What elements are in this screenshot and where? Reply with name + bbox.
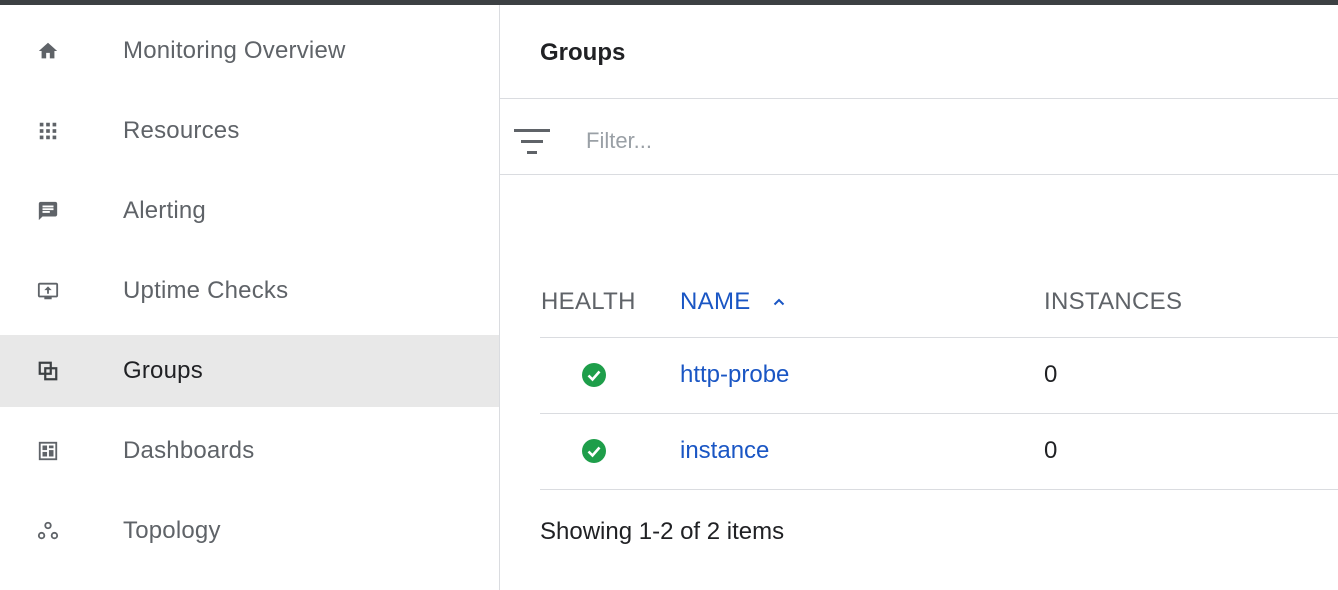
sidebar-item-label: Alerting xyxy=(123,197,206,224)
group-name-link[interactable]: http-probe xyxy=(680,361,789,389)
row-divider xyxy=(540,489,1338,490)
sidebar-item-uptime-checks[interactable]: Uptime Checks xyxy=(0,255,499,327)
sidebar-item-resources[interactable]: Resources xyxy=(0,95,499,167)
alert-message-icon xyxy=(36,199,60,223)
table-header-divider xyxy=(540,337,1338,338)
group-name-link[interactable]: instance xyxy=(680,437,769,465)
pagination-summary: Showing 1-2 of 2 items xyxy=(540,518,785,545)
sidebar-item-topology[interactable]: Topology xyxy=(0,495,499,567)
header-divider xyxy=(500,98,1338,99)
apps-grid-icon xyxy=(36,119,60,143)
filter-divider xyxy=(500,174,1338,175)
main-content: Groups HEALTH NAME INSTANCES http-probe … xyxy=(500,5,1338,590)
instances-count: 0 xyxy=(1044,361,1058,388)
sidebar-item-label: Monitoring Overview xyxy=(123,37,346,64)
sidebar-item-label: Dashboards xyxy=(123,437,255,464)
home-icon xyxy=(36,39,60,63)
groups-icon xyxy=(36,359,60,383)
sidebar-item-label: Groups xyxy=(123,357,203,384)
row-divider xyxy=(540,413,1338,414)
instances-count: 0 xyxy=(1044,437,1058,464)
filter-input[interactable] xyxy=(586,123,1286,159)
column-header-instances[interactable]: INSTANCES xyxy=(1044,288,1182,316)
sidebar-item-label: Topology xyxy=(123,517,221,544)
monitor-upload-icon xyxy=(36,279,60,303)
sidebar-item-monitoring-overview[interactable]: Monitoring Overview xyxy=(0,15,499,87)
sidebar-item-dashboards[interactable]: Dashboards xyxy=(0,415,499,487)
sidebar-item-alerting[interactable]: Alerting xyxy=(0,175,499,247)
dashboard-icon xyxy=(36,439,60,463)
sidebar-item-label: Resources xyxy=(123,117,240,144)
healthy-check-icon xyxy=(582,363,606,387)
sidebar-nav: Monitoring Overview Resources Alerting U… xyxy=(0,5,500,590)
healthy-check-icon xyxy=(582,439,606,463)
topology-icon xyxy=(36,519,60,543)
sort-ascending-icon[interactable] xyxy=(772,295,786,309)
sidebar-item-groups[interactable]: Groups xyxy=(0,335,499,407)
column-header-name[interactable]: NAME xyxy=(680,288,751,316)
page-title: Groups xyxy=(540,39,626,66)
sidebar-item-label: Uptime Checks xyxy=(123,277,289,304)
filter-icon[interactable] xyxy=(514,127,550,157)
column-header-health[interactable]: HEALTH xyxy=(541,288,636,316)
